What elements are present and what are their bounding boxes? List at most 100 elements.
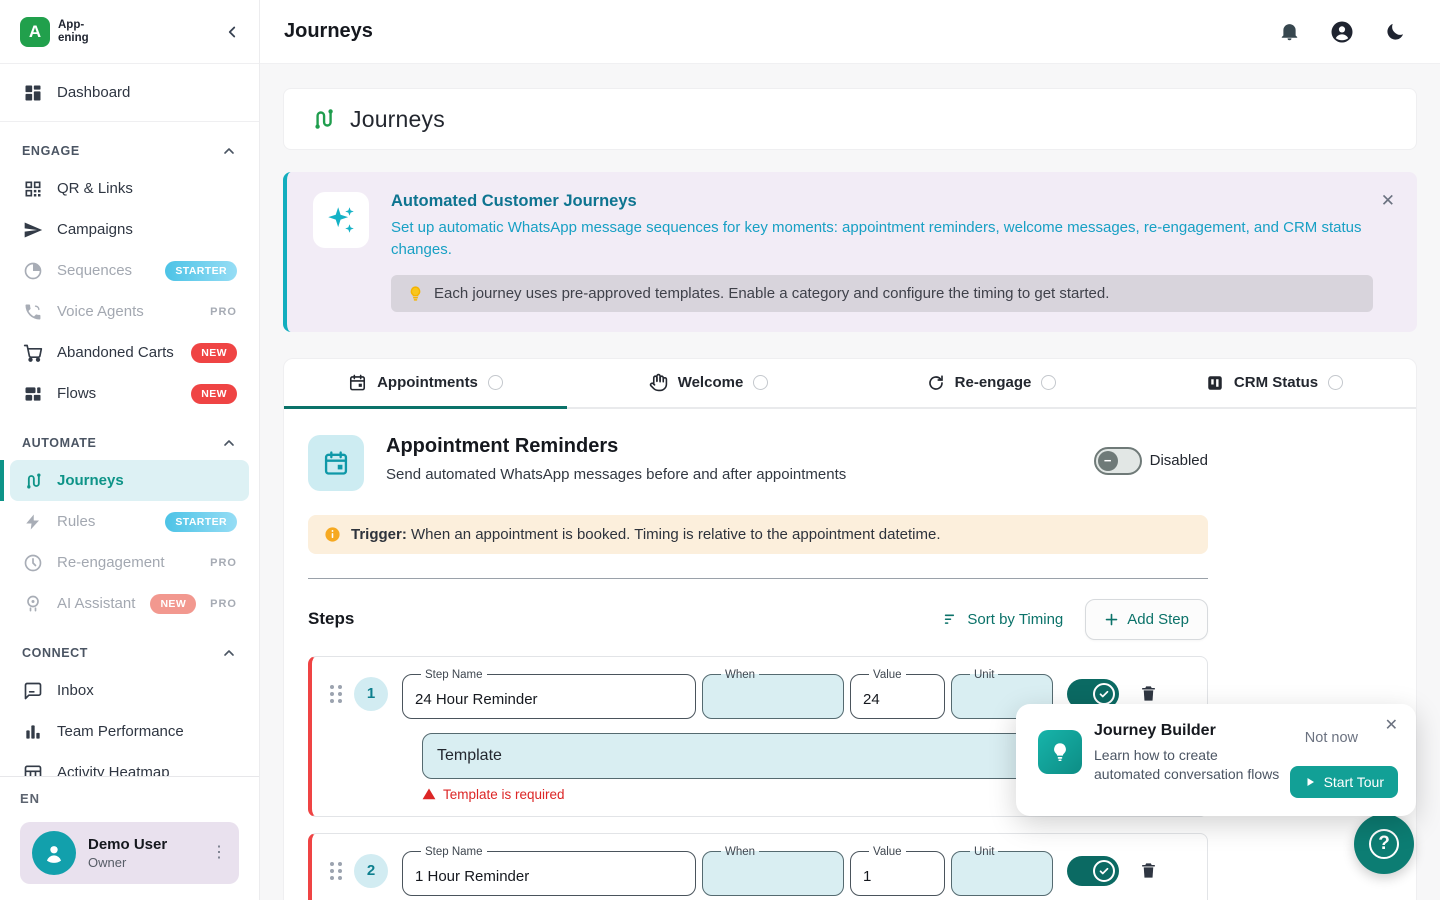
chevron-left-icon — [223, 23, 241, 41]
tab-crm-status[interactable]: CRM Status — [1133, 359, 1416, 407]
step-name-input[interactable] — [415, 691, 683, 708]
trigger-body: When an appointment is booked. Timing is… — [411, 526, 940, 543]
sidebar-item-campaigns[interactable]: Campaigns — [10, 209, 249, 250]
popup-close-icon[interactable]: ✕ — [1385, 718, 1398, 734]
popup-description: Learn how to create automated conversati… — [1094, 746, 1284, 784]
sort-icon — [942, 611, 959, 628]
cart-icon — [22, 342, 44, 364]
category-header: Appointment Reminders Send automated Wha… — [308, 435, 1208, 491]
value-field[interactable]: Value — [850, 669, 945, 719]
pro-tag: PRO — [210, 306, 237, 318]
sidebar-item-inbox[interactable]: Inbox — [10, 670, 249, 711]
user-menu-icon[interactable]: ⋮ — [211, 845, 227, 861]
value-field[interactable]: Value — [850, 846, 945, 896]
banner-tip: Each journey uses pre-approved templates… — [391, 275, 1373, 312]
sort-by-timing-button[interactable]: Sort by Timing — [942, 611, 1063, 628]
sidebar-item-label: Abandoned Carts — [57, 344, 174, 361]
user-card[interactable]: Demo User Owner ⋮ — [20, 822, 239, 884]
when-field[interactable]: When — [702, 669, 844, 719]
step-name-field[interactable]: Step Name — [402, 669, 696, 719]
new-badge: NEW — [191, 384, 237, 404]
category-subtitle: Send automated WhatsApp messages before … — [386, 466, 846, 483]
step-name-field[interactable]: Step Name — [402, 846, 696, 896]
kanban-icon — [1206, 374, 1224, 392]
sidebar-item-label: Rules — [57, 513, 95, 530]
banner-title: Automated Customer Journeys — [391, 192, 1373, 211]
step-name-input[interactable] — [415, 868, 683, 885]
tab-welcome[interactable]: Welcome — [567, 359, 850, 407]
avatar — [32, 831, 76, 875]
section-header-automate[interactable]: AUTOMATE — [10, 426, 249, 460]
category-meta: Appointment Reminders Send automated Wha… — [386, 435, 846, 483]
page-title-card: Journeys — [283, 88, 1417, 150]
section-header-connect[interactable]: CONNECT — [10, 636, 249, 670]
sidebar-item-qr-links[interactable]: QR & Links — [10, 168, 249, 209]
notifications-bell-icon[interactable] — [1279, 21, 1300, 42]
tab-re-engage[interactable]: Re-engage — [850, 359, 1133, 407]
sidebar-item-team-performance[interactable]: Team Performance — [10, 711, 249, 752]
bar-chart-icon — [22, 721, 44, 743]
template-error-text: Template is required — [443, 787, 565, 802]
section-label: CONNECT — [22, 646, 88, 660]
step-number: 2 — [354, 854, 388, 888]
unit-field[interactable]: Unit — [951, 846, 1053, 896]
add-step-button[interactable]: Add Step — [1085, 599, 1208, 640]
value-label: Value — [869, 846, 906, 858]
banner-body: Automated Customer Journeys Set up autom… — [391, 192, 1373, 312]
when-label: When — [721, 846, 759, 858]
unit-label: Unit — [970, 846, 998, 858]
new-badge: NEW — [150, 594, 196, 614]
user-name: Demo User — [88, 836, 167, 853]
drag-handle-icon[interactable] — [330, 685, 344, 703]
brand-logo: A — [20, 17, 50, 47]
sidebar-item-flows[interactable]: Flows NEW — [10, 373, 249, 414]
sidebar-item-activity-heatmap[interactable]: Activity Heatmap — [10, 752, 249, 776]
sidebar-item-rules[interactable]: Rules STARTER — [10, 501, 249, 542]
info-icon — [324, 526, 341, 543]
step-enabled-toggle[interactable] — [1067, 856, 1119, 886]
value-input[interactable] — [863, 868, 932, 885]
banner-close-icon[interactable]: ✕ — [1381, 192, 1395, 209]
steps-title: Steps — [308, 609, 354, 629]
category-toggle[interactable]: − — [1094, 447, 1142, 475]
sidebar-item-re-engagement[interactable]: Re-engagement PRO — [10, 542, 249, 583]
help-fab-button[interactable]: ? — [1354, 814, 1414, 874]
dark-mode-moon-icon[interactable] — [1384, 21, 1406, 43]
sidebar-collapse-button[interactable] — [223, 23, 241, 41]
sidebar-item-voice-agents[interactable]: Voice Agents PRO — [10, 291, 249, 332]
trash-icon[interactable] — [1139, 861, 1158, 880]
sidebar-item-sequences[interactable]: Sequences STARTER — [10, 250, 249, 291]
popup-dismiss-button[interactable]: Not now — [1305, 730, 1358, 746]
step-number: 1 — [354, 677, 388, 711]
value-input[interactable] — [863, 691, 932, 708]
drag-handle-icon[interactable] — [330, 862, 344, 880]
sidebar-item-label: Voice Agents — [57, 303, 144, 320]
sidebar-item-dashboard[interactable]: Dashboard — [10, 70, 249, 115]
bulb-tile-icon — [1038, 730, 1082, 774]
journeys-panel: Appointments Welcome Re- — [283, 358, 1417, 900]
language-switcher[interactable]: EN — [20, 791, 239, 806]
sidebar-item-ai-assistant[interactable]: AI Assistant NEW PRO — [10, 583, 249, 624]
ai-head-icon — [22, 593, 44, 615]
sidebar-item-label: Sequences — [57, 262, 132, 279]
sidebar-item-journeys[interactable]: Journeys — [10, 460, 249, 501]
chevron-up-icon — [221, 645, 237, 661]
tab-label: Appointments — [377, 374, 478, 391]
sidebar-item-label: Journeys — [57, 472, 124, 489]
play-icon — [1304, 776, 1316, 788]
sidebar-item-label: Re-engagement — [57, 554, 165, 571]
when-field[interactable]: When — [702, 846, 844, 896]
trigger-text: Trigger: When an appointment is booked. … — [351, 526, 940, 543]
section-header-engage[interactable]: ENGAGE — [10, 134, 249, 168]
sidebar-footer: EN Demo User Owner ⋮ — [0, 776, 259, 900]
refresh-icon — [927, 374, 945, 392]
trigger-label: Trigger: — [351, 526, 407, 543]
template-select[interactable]: Template — [422, 733, 1070, 779]
tab-appointments[interactable]: Appointments — [284, 359, 567, 407]
sidebar-item-abandoned-carts[interactable]: Abandoned Carts NEW — [10, 332, 249, 373]
topbar: Journeys — [260, 0, 1440, 64]
trash-icon[interactable] — [1139, 684, 1158, 703]
start-tour-button[interactable]: Start Tour — [1290, 766, 1398, 798]
sidebar-item-label: Team Performance — [57, 723, 184, 740]
account-icon[interactable] — [1330, 20, 1354, 44]
